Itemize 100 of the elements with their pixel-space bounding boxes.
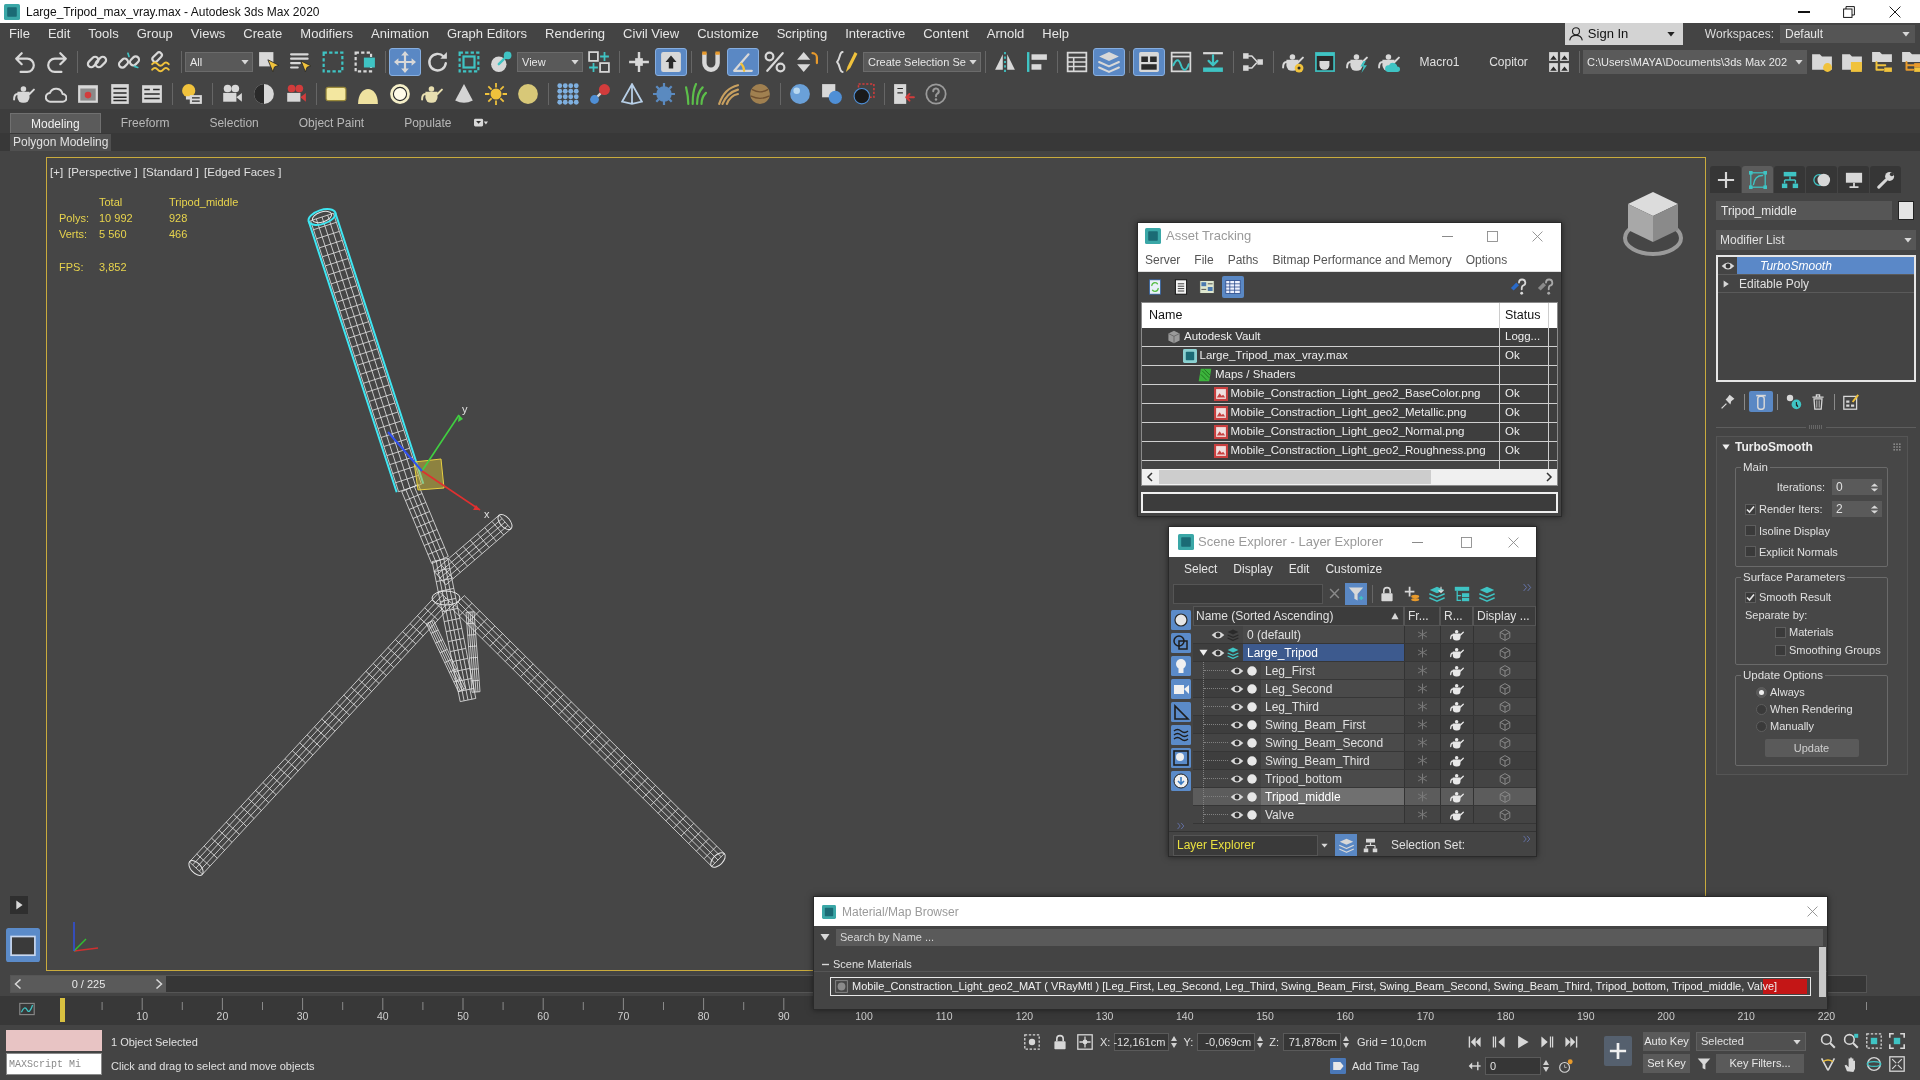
dot-icon[interactable] <box>1247 737 1257 748</box>
object-name[interactable]: Tripod_middle <box>1261 788 1404 805</box>
ribbon-panel-title[interactable]: Polygon Modeling <box>10 133 112 151</box>
cube-outline-icon[interactable] <box>1499 628 1511 641</box>
menu-item[interactable]: Tools <box>79 24 128 44</box>
teapot-icon[interactable] <box>1450 771 1464 786</box>
toolbar-macro[interactable]: Copitor <box>1474 53 1543 71</box>
object-name[interactable]: Tripod_bottom <box>1261 770 1404 787</box>
ribbon-tab[interactable]: Freeform <box>100 113 190 133</box>
listener-output-field[interactable] <box>6 1030 102 1051</box>
radio-label[interactable]: Manually <box>1770 718 1815 735</box>
listener-input-field[interactable]: MAXScript Mi <box>6 1053 102 1075</box>
ribbon-tab[interactable]: Object Paint <box>278 113 385 133</box>
teapot-icon[interactable] <box>1450 735 1464 750</box>
coordinate-field[interactable]: 71,878cm <box>1283 1033 1341 1051</box>
bulb-tile-icon[interactable] <box>1171 656 1191 676</box>
filter-button[interactable] <box>1345 582 1367 605</box>
snowflake-icon[interactable] <box>1417 683 1428 694</box>
next-frame-icon[interactable] <box>1540 1035 1554 1049</box>
toolbar-macro[interactable]: Macro1 <box>1405 53 1474 71</box>
viewport-label-menu[interactable]: [+] <box>50 164 64 182</box>
snowflake-icon[interactable] <box>1417 719 1428 730</box>
zoom-icon[interactable] <box>1820 1033 1836 1049</box>
teapot-icon[interactable] <box>1450 681 1464 696</box>
cone-icon[interactable] <box>453 83 475 105</box>
modifier-list-dropdown[interactable]: Modifier List <box>1716 230 1916 250</box>
cube-outline-icon[interactable] <box>1499 700 1511 713</box>
waves-tile-icon[interactable] <box>1171 725 1191 745</box>
play-icon[interactable] <box>10 896 28 914</box>
workspace-dropdown[interactable]: Default <box>1780 25 1915 43</box>
spinner-arrows-icon[interactable] <box>1543 1060 1549 1072</box>
view-cube[interactable] <box>1622 190 1684 257</box>
radio-button[interactable] <box>1756 703 1767 715</box>
object-row[interactable]: Swing_Beam_Third <box>1193 752 1536 770</box>
tag-icon[interactable] <box>1330 1058 1346 1074</box>
object-row[interactable]: Leg_Second <box>1193 680 1536 698</box>
camera-tile-icon[interactable] <box>1171 679 1191 699</box>
menu-item[interactable]: Animation <box>362 24 438 44</box>
ribbon-tab[interactable]: Populate <box>384 113 472 133</box>
column-header[interactable]: R... <box>1440 606 1473 626</box>
box-arrows-icon[interactable] <box>1889 1056 1905 1072</box>
maximize-icon[interactable] <box>1461 536 1472 548</box>
list-panel-icon[interactable] <box>109 83 131 105</box>
chevron-right-icon[interactable] <box>154 979 164 989</box>
menu-item[interactable]: Edit <box>38 24 80 44</box>
object-name[interactable]: Leg_Second <box>1261 680 1404 697</box>
teapot-icon[interactable] <box>1450 699 1464 714</box>
spinner-field[interactable]: 0 <box>1832 479 1882 496</box>
curve-graph-icon[interactable] <box>19 1001 35 1017</box>
project-path-dropdown[interactable]: C:\Users\MAYA\Documents\3ds Max 202 <box>1583 50 1807 74</box>
expand-triangle-icon[interactable] <box>1722 279 1730 288</box>
checkbox[interactable] <box>1745 546 1756 558</box>
viewport-label-menu[interactable]: [Perspective ] <box>68 164 138 182</box>
teapot-icon[interactable] <box>1450 663 1464 678</box>
checkbox-label[interactable]: Isoline Display <box>1759 522 1830 539</box>
transform-gizmo[interactable] <box>387 414 481 511</box>
viewport-label-menu[interactable]: [Standard ] <box>142 164 200 182</box>
layer-name[interactable]: Large_Tripod <box>1243 644 1404 661</box>
layer-row[interactable]: 0 (default) <box>1193 626 1536 644</box>
coordinate-system-dropdown[interactable]: View <box>517 52 583 72</box>
asset-row[interactable]: Mobile_Constraction_Light_geo2_Normal.png Ok <box>1142 423 1557 442</box>
spiky-blob-icon[interactable] <box>653 83 675 105</box>
dot-icon[interactable] <box>1247 665 1257 676</box>
command-panel-tab[interactable] <box>1774 166 1805 193</box>
object-color-swatch[interactable] <box>1898 201 1914 220</box>
caret-icon[interactable] <box>1321 841 1328 849</box>
teapot-icon[interactable] <box>1450 789 1464 804</box>
cube-outline-icon[interactable] <box>1499 664 1511 677</box>
radio-label[interactable]: When Rendering <box>1770 701 1853 718</box>
magnifier-square-icon[interactable] <box>1843 1033 1859 1049</box>
menu-item[interactable]: Rendering <box>536 24 615 44</box>
modifier-name[interactable]: TurboSmooth <box>1737 257 1914 274</box>
ribbon-panels-button[interactable] <box>1133 48 1165 76</box>
object-row[interactable]: Valve <box>1193 806 1536 824</box>
menu-item[interactable]: Create <box>234 24 292 44</box>
lock-icon[interactable] <box>1052 1034 1068 1050</box>
dot-icon[interactable] <box>1247 791 1257 802</box>
column-header[interactable]: Name (Sorted Ascending) <box>1193 606 1404 626</box>
object-name[interactable]: Leg_Third <box>1261 698 1404 715</box>
triangle-tile-icon[interactable] <box>1171 702 1191 722</box>
menu-caret-icon[interactable] <box>473 116 488 130</box>
search-field[interactable] <box>1173 583 1323 604</box>
pyramid-icon[interactable] <box>621 83 643 105</box>
half-sphere-icon[interactable] <box>253 83 275 105</box>
molecule-icon[interactable] <box>589 83 611 105</box>
sphere-icon[interactable] <box>517 83 539 105</box>
teapot-icon[interactable] <box>13 83 35 105</box>
clear-icon[interactable] <box>1329 588 1340 599</box>
collapse-triangle-icon[interactable] <box>1722 443 1730 451</box>
sphere-icon[interactable] <box>853 83 875 105</box>
checkbox-label[interactable]: Smoothing Groups <box>1789 642 1881 659</box>
asset-row[interactable]: Mobile_Constraction_Light_geo2_Roughness.png Ok <box>1142 442 1557 461</box>
checkbox-label[interactable]: Materials <box>1789 624 1834 641</box>
collapse-triangle-icon[interactable] <box>820 932 830 942</box>
spinner-arrows-icon[interactable] <box>1343 1036 1349 1048</box>
maximize-icon[interactable] <box>1487 230 1498 242</box>
menu-item[interactable]: Graph Editors <box>437 24 537 44</box>
checkbox[interactable] <box>1775 645 1786 656</box>
key-mode-dropdown[interactable]: Selected <box>1696 1032 1806 1051</box>
object-row[interactable]: Swing_Beam_Second <box>1193 734 1536 752</box>
